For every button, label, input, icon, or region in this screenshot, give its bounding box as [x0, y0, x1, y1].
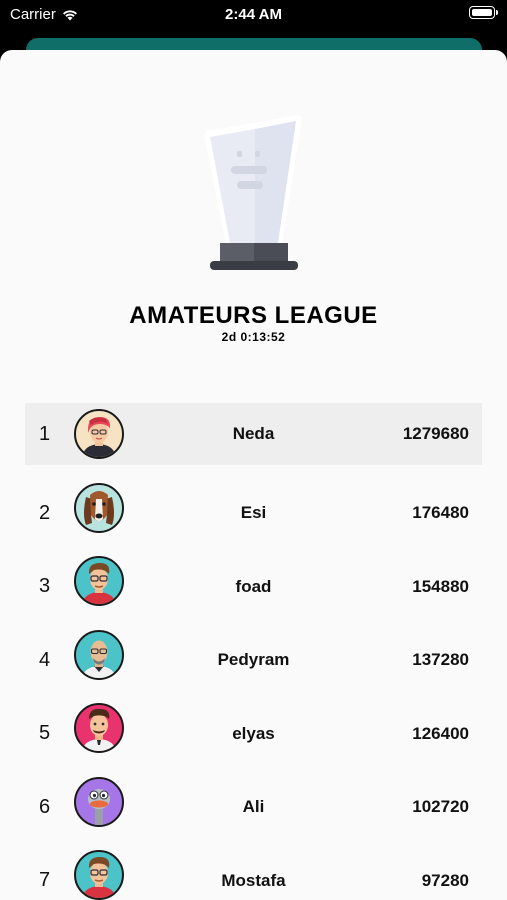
leaderboard-row[interactable]: 1 Neda 1279680 — [25, 403, 482, 465]
player-score: 154880 — [412, 576, 469, 596]
leaderboard-row[interactable]: 3 foad 154880 — [25, 550, 482, 624]
player-score: 137280 — [412, 650, 469, 670]
status-time: 2:44 AM — [225, 6, 282, 23]
league-timer: 2d 0:13:52 — [221, 330, 286, 344]
trophy-icon — [204, 115, 302, 270]
player-score: 97280 — [421, 870, 469, 890]
player-score: 102720 — [412, 797, 469, 817]
battery-icon — [469, 6, 498, 19]
player-score: 126400 — [412, 723, 469, 743]
leaderboard-row[interactable]: 2 Esi 176480 — [25, 477, 482, 551]
player-score: 176480 — [412, 503, 469, 523]
league-title: AMATEURS LEAGUE — [129, 302, 378, 329]
status-bar: Carrier 2:44 AM — [0, 0, 507, 30]
leaderboard-list: 1 Neda 1279680 2 Esi 176480 3 foad 15488… — [25, 403, 482, 900]
leaderboard-row[interactable]: 5 elyas 126400 — [25, 697, 482, 771]
leaderboard-row[interactable]: 6 Ali 102720 — [25, 771, 482, 845]
player-name: Mostafa — [221, 870, 286, 890]
league-sheet: AMATEURS LEAGUE 2d 0:13:52 1 Neda 127968… — [0, 50, 507, 900]
leaderboard-row[interactable]: 4 Pedyram 137280 — [25, 624, 482, 698]
leaderboard-row[interactable]: 7 Mostafa 97280 — [25, 844, 482, 900]
status-right — [469, 6, 498, 19]
player-score: 1279680 — [402, 424, 469, 443]
